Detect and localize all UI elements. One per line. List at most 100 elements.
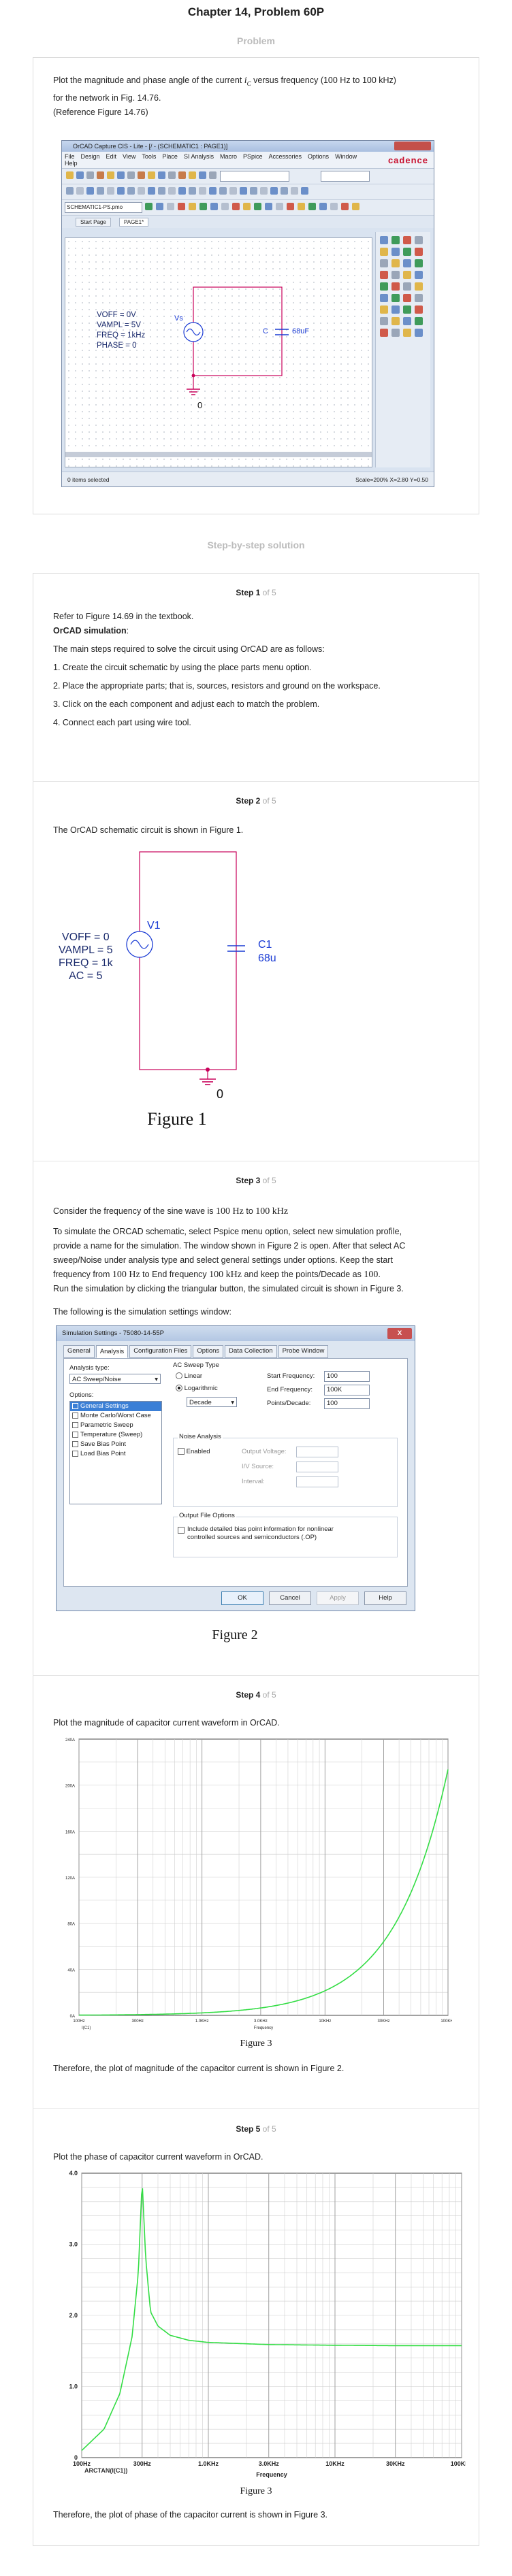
menu-item-window[interactable]: Window [335, 153, 357, 160]
place-tool-icon[interactable] [415, 306, 423, 314]
tab-options[interactable]: Options [193, 1345, 224, 1358]
place-tool-icon[interactable] [415, 294, 423, 302]
place-tool-icon[interactable] [391, 248, 400, 256]
place-tool-icon[interactable] [380, 271, 388, 279]
help-button[interactable]: Help [364, 1591, 406, 1605]
toolbar-button-icon[interactable] [97, 187, 104, 195]
toolbar-button-icon[interactable] [178, 203, 185, 210]
menu-item-edit[interactable]: Edit [106, 153, 117, 160]
place-tool-icon[interactable] [380, 294, 388, 302]
end-frequency-input[interactable]: 100K [324, 1385, 370, 1396]
toolbar-button-icon[interactable] [219, 187, 227, 195]
place-tool-icon[interactable] [380, 329, 388, 337]
place-tool-icon[interactable] [403, 317, 411, 325]
option-checkbox[interactable] [72, 1450, 78, 1457]
menu-item-options[interactable]: Options [308, 153, 329, 160]
place-tool-icon[interactable] [391, 271, 400, 279]
option-item[interactable]: Monte Carlo/Worst Case [70, 1411, 161, 1421]
place-tool-icon[interactable] [415, 236, 423, 244]
menu-item-tools[interactable]: Tools [142, 153, 156, 160]
toolbar-button-icon[interactable] [148, 187, 155, 195]
place-tool-icon[interactable] [380, 248, 388, 256]
toolbar-button-icon[interactable] [66, 171, 74, 179]
output-voltage-input[interactable] [296, 1447, 338, 1457]
toolbar-button-icon[interactable] [210, 203, 218, 210]
place-tool-icon[interactable] [403, 282, 411, 291]
toolbar-button-icon[interactable] [168, 171, 176, 179]
option-item[interactable]: General Settings [70, 1402, 161, 1411]
interval-input[interactable] [296, 1476, 338, 1487]
logarithmic-radio[interactable] [176, 1385, 182, 1392]
toolbar-button-icon[interactable] [319, 203, 327, 210]
toolbar-button-icon[interactable] [298, 203, 305, 210]
place-tool-icon[interactable] [391, 294, 400, 302]
place-tool-icon[interactable] [403, 236, 411, 244]
toolbar-button-icon[interactable] [232, 203, 240, 210]
toolbar-button-icon[interactable] [76, 171, 84, 179]
toolbar-button-icon[interactable] [276, 203, 283, 210]
toolbar-button-icon[interactable] [167, 203, 174, 210]
window-controls[interactable] [394, 142, 431, 150]
place-tool-icon[interactable] [391, 329, 400, 337]
toolbar-button-icon[interactable] [209, 187, 217, 195]
menu-item-si-analysis[interactable]: SI Analysis [184, 153, 214, 160]
ok-button[interactable]: OK [221, 1591, 263, 1605]
toolbar-button-icon[interactable] [156, 203, 163, 210]
points-decade-input[interactable]: 100 [324, 1398, 370, 1409]
toolbar-button-icon[interactable] [199, 203, 207, 210]
menu-item-accessories[interactable]: Accessories [269, 153, 302, 160]
toolbar-button-icon[interactable] [287, 203, 294, 210]
menu-item-help[interactable]: Help [65, 160, 78, 167]
toolbar-button-icon[interactable] [308, 203, 316, 210]
toolbar-button-icon[interactable] [127, 187, 135, 195]
toolbar-button-icon[interactable] [86, 187, 94, 195]
menu-item-design[interactable]: Design [81, 153, 100, 160]
toolbar-button-icon[interactable] [158, 187, 165, 195]
toolbar-button-icon[interactable] [178, 187, 186, 195]
menu-item-macro[interactable]: Macro [220, 153, 237, 160]
place-tool-icon[interactable] [403, 306, 411, 314]
tab-general[interactable]: General [63, 1345, 95, 1358]
toolbar-button-icon[interactable] [243, 203, 251, 210]
toolbar-button-icon[interactable] [189, 203, 196, 210]
toolbar-button-icon[interactable] [138, 171, 145, 179]
toolbar-button-icon[interactable] [138, 187, 145, 195]
toolbar-button-icon[interactable] [199, 171, 206, 179]
toolbar-button-icon[interactable] [107, 187, 114, 195]
tab-start-page[interactable]: Start Page [76, 218, 111, 227]
toolbar-button-icon[interactable] [250, 187, 257, 195]
menu-item-place[interactable]: Place [162, 153, 178, 160]
menu-item-pspice[interactable]: PSpice [243, 153, 263, 160]
place-tool-icon[interactable] [415, 248, 423, 256]
toolbar-button-icon[interactable] [270, 187, 278, 195]
toolbar-button-icon[interactable] [265, 203, 272, 210]
start-frequency-input[interactable]: 100 [324, 1371, 370, 1382]
place-tool-icon[interactable] [403, 271, 411, 279]
toolbar-button-icon[interactable] [254, 203, 261, 210]
place-tool-icon[interactable] [415, 259, 423, 267]
place-tool-icon[interactable] [415, 282, 423, 291]
toolbar-button-icon[interactable] [199, 187, 206, 195]
toolbar-button-icon[interactable] [148, 171, 155, 179]
linear-radio[interactable] [176, 1372, 182, 1380]
place-tool-icon[interactable] [391, 306, 400, 314]
place-tool-icon[interactable] [403, 248, 411, 256]
option-checkbox[interactable] [72, 1412, 78, 1419]
decade-select[interactable]: Decade ▾ [187, 1397, 237, 1407]
toolbar-button-icon[interactable] [260, 187, 268, 195]
enabled-checkbox[interactable] [178, 1448, 185, 1455]
part-search-input[interactable] [220, 171, 289, 182]
place-tool-icon[interactable] [391, 317, 400, 325]
place-tool-icon[interactable] [380, 282, 388, 291]
option-item[interactable]: Temperature (Sweep) [70, 1430, 161, 1440]
toolbar-button-icon[interactable] [341, 203, 349, 210]
toolbar-button-icon[interactable] [168, 187, 176, 195]
toolbar-button-icon[interactable] [76, 187, 84, 195]
place-tool-icon[interactable] [403, 294, 411, 302]
toolbar-button-icon[interactable] [107, 171, 114, 179]
toolbar-button-icon[interactable] [127, 171, 135, 179]
toolbar-button-icon[interactable] [145, 203, 153, 210]
place-tool-icon[interactable] [380, 317, 388, 325]
option-item[interactable]: Parametric Sweep [70, 1421, 161, 1430]
option-item[interactable]: Save Bias Point [70, 1440, 161, 1449]
